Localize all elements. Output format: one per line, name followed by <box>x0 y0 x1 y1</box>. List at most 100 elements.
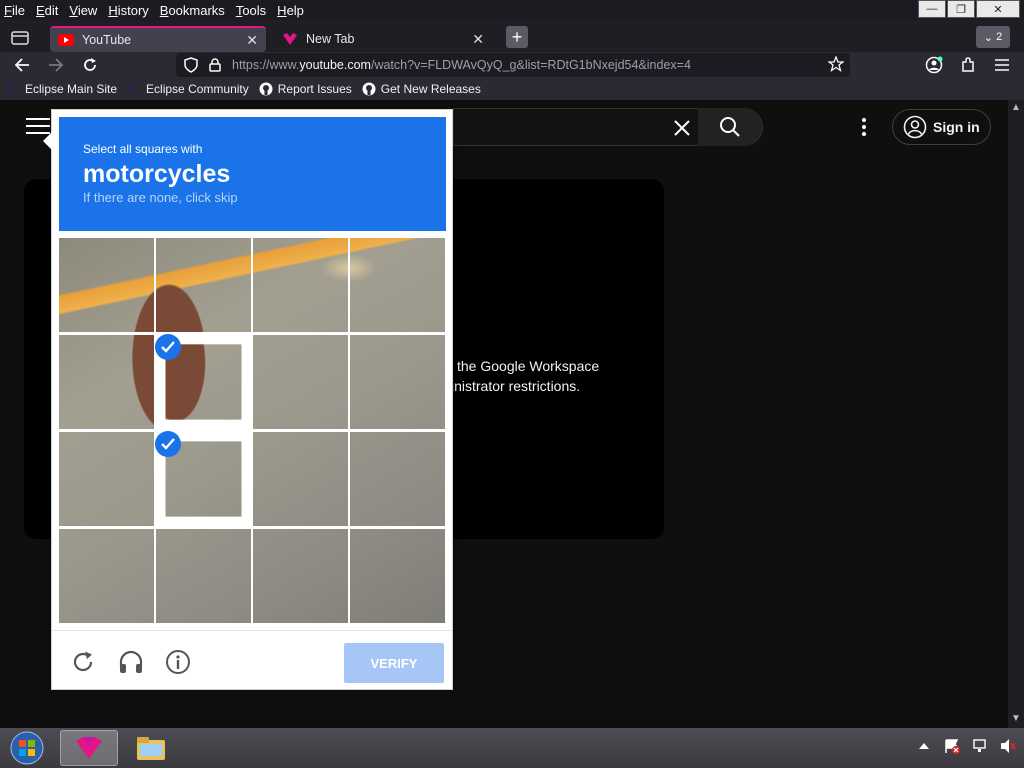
captcha-tile[interactable] <box>350 335 445 429</box>
tab-close-icon[interactable]: ✕ <box>472 31 484 48</box>
challenge-header: Select all squares with motorcycles If t… <box>59 117 446 231</box>
volume-muted-icon[interactable] <box>1000 738 1016 754</box>
address-bar[interactable]: https://www.youtube.com/watch?v=FLDWAvQy… <box>176 53 850 77</box>
sign-in-button[interactable]: Sign in <box>892 109 991 145</box>
lock-icon[interactable] <box>206 56 224 74</box>
tab-overflow-button[interactable]: ⌄ 2 <box>976 26 1010 48</box>
minimize-button[interactable]: — <box>918 0 946 18</box>
github-icon <box>362 82 376 96</box>
puzzle-icon <box>962 57 974 72</box>
tab-youtube[interactable]: YouTube ✕ <box>50 26 266 52</box>
info-icon <box>166 650 190 674</box>
youtube-settings-button[interactable] <box>852 114 876 140</box>
network-icon[interactable] <box>972 738 988 754</box>
captcha-tile[interactable] <box>156 238 251 332</box>
captcha-tile[interactable] <box>350 432 445 526</box>
show-hidden-icons-arrow-icon[interactable] <box>916 738 932 754</box>
menu-help[interactable]: Help <box>277 3 304 18</box>
scroll-up-arrow-icon[interactable]: ▲ <box>1011 102 1021 113</box>
captcha-tile[interactable] <box>59 238 154 332</box>
menu-file[interactable]: File <box>4 3 25 18</box>
captcha-tile[interactable] <box>59 529 154 623</box>
reload-challenge-button[interactable] <box>70 649 96 675</box>
captcha-tile[interactable] <box>59 335 154 429</box>
account-circle-icon <box>903 115 927 139</box>
audio-challenge-button[interactable] <box>118 649 144 675</box>
bookmark-report-issues[interactable]: Report Issues <box>259 82 352 96</box>
taskbar-file-explorer[interactable] <box>122 730 180 766</box>
restore-button[interactable]: ❐ <box>947 0 975 18</box>
captcha-tile[interactable] <box>253 529 348 623</box>
bookmark-eclipse-community[interactable]: Eclipse Community <box>127 82 249 96</box>
tab-strip: YouTube ✕ New Tab ✕ + ⌄ 2 <box>0 24 1024 52</box>
youtube-search-button[interactable] <box>698 108 762 146</box>
bookmark-eclipse-main-site[interactable]: Eclipse Main Site <box>6 82 117 96</box>
tab-new-tab[interactable]: New Tab ✕ <box>274 26 492 52</box>
app-menu-button[interactable] <box>991 54 1013 76</box>
tab-count: 2 <box>996 31 1003 43</box>
window-controls: — ❐ ✕ <box>917 0 1020 18</box>
windows-taskbar <box>0 728 1024 768</box>
bookmark-star-icon[interactable] <box>827 55 845 75</box>
account-icon <box>925 56 943 74</box>
captcha-tile[interactable] <box>350 238 445 332</box>
help-button[interactable] <box>165 649 191 675</box>
page-scrollbar[interactable]: ▲ ▼ <box>1008 100 1024 728</box>
close-icon <box>674 120 690 136</box>
system-tray <box>916 738 1016 754</box>
headphones-icon <box>119 650 143 673</box>
shield-icon[interactable] <box>182 56 200 74</box>
tab-title: New Tab <box>306 32 355 46</box>
captcha-tile[interactable] <box>59 432 154 526</box>
menu-tools[interactable]: Tools <box>236 3 266 18</box>
search-icon <box>720 117 740 137</box>
challenge-instruction: Select all squares with <box>83 142 203 156</box>
bookmark-get-new-releases[interactable]: Get New Releases <box>362 82 481 96</box>
account-button[interactable] <box>923 54 945 76</box>
challenge-target: motorcycles <box>83 160 231 188</box>
tab-title: YouTube <box>82 33 132 47</box>
taskbar-firefox-developer[interactable] <box>60 730 118 766</box>
url-text: https://www.youtube.com/watch?v=FLDWAvQy… <box>232 58 691 72</box>
verify-button[interactable]: VERIFY <box>344 643 444 683</box>
navigation-toolbar: https://www.youtube.com/watch?v=FLDWAvQy… <box>0 52 1024 78</box>
bookmarks-toolbar: Eclipse Main Site Eclipse Community Repo… <box>0 78 1024 100</box>
window-close-button[interactable]: ✕ <box>976 0 1020 18</box>
captcha-tile[interactable] <box>253 335 348 429</box>
image-tile-grid <box>59 238 446 624</box>
tab-list-icon <box>11 31 29 45</box>
reload-button[interactable] <box>79 54 101 76</box>
new-tab-button[interactable]: + <box>506 26 528 48</box>
start-button[interactable] <box>6 730 48 766</box>
arrow-right-icon <box>49 58 64 72</box>
captcha-tile[interactable] <box>253 238 348 332</box>
menu-view[interactable]: View <box>69 3 97 18</box>
captcha-tile[interactable] <box>350 529 445 623</box>
captcha-tile[interactable] <box>253 432 348 526</box>
challenge-footer: VERIFY <box>52 630 452 690</box>
player-error-message: the Google Workspace inistrator restrict… <box>451 358 600 394</box>
hamburger-icon <box>26 118 50 120</box>
scroll-down-arrow-icon[interactable]: ▼ <box>1011 713 1021 724</box>
menu-history[interactable]: History <box>108 3 148 18</box>
extensions-button[interactable] <box>957 54 979 76</box>
eclipse-icon <box>127 82 141 96</box>
youtube-icon <box>58 32 74 48</box>
challenge-hint: If there are none, click skip <box>83 190 238 205</box>
captcha-tile[interactable] <box>156 529 251 623</box>
tile-selected-check-icon <box>155 431 181 457</box>
back-button[interactable] <box>11 54 33 76</box>
clear-search-button[interactable] <box>668 114 696 142</box>
reload-icon <box>73 651 93 672</box>
menu-bookmarks[interactable]: Bookmarks <box>160 3 225 18</box>
menu-edit[interactable]: Edit <box>36 3 58 18</box>
list-all-tabs-button[interactable] <box>6 25 34 51</box>
plus-icon: + <box>511 26 523 47</box>
tile-selected-check-icon <box>155 334 181 360</box>
action-center-flag-icon[interactable] <box>944 738 960 754</box>
reload-icon <box>84 58 96 71</box>
callout-arrow <box>43 132 52 150</box>
forward-button[interactable] <box>45 54 67 76</box>
menu-bar: File Edit View History Bookmarks Tools H… <box>0 0 1024 20</box>
tab-close-icon[interactable]: ✕ <box>246 32 258 49</box>
